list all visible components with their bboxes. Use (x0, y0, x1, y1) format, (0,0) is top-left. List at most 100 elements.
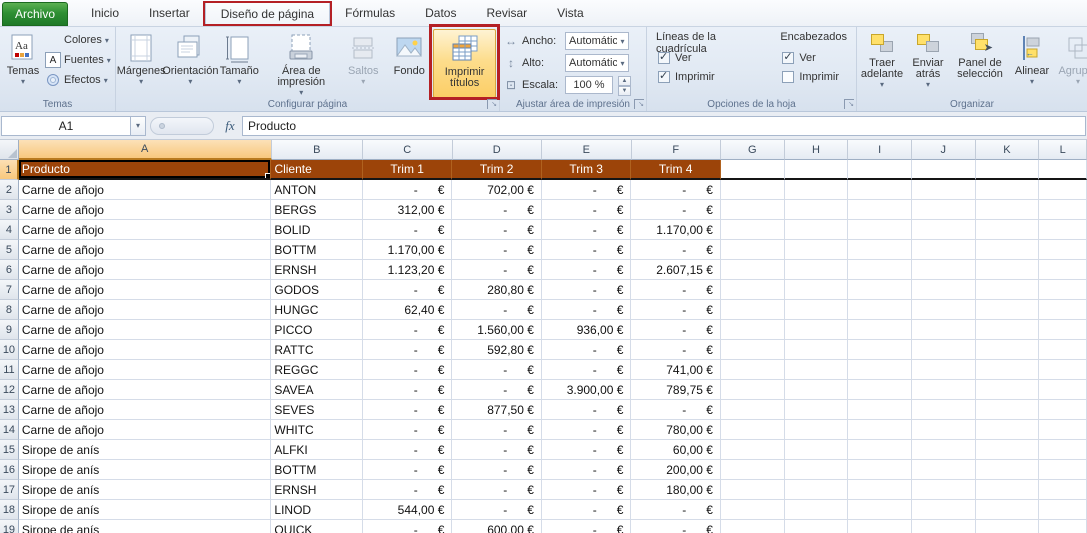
cell-empty[interactable] (848, 280, 912, 300)
enviar-atras-button[interactable]: Enviar atrás ▾ (906, 29, 950, 97)
cell-empty[interactable] (784, 380, 849, 400)
cell-empty[interactable] (784, 460, 849, 480)
cell-producto[interactable]: Carne de añojo (18, 220, 272, 240)
fondo-button[interactable]: Fondo (387, 29, 431, 98)
column-header-k[interactable]: K (975, 140, 1040, 160)
cell-empty[interactable] (784, 340, 849, 360)
header-cell-empty[interactable] (911, 160, 976, 180)
cell-producto[interactable]: Carne de añojo (18, 320, 272, 340)
cell-empty[interactable] (784, 420, 849, 440)
row-header-1[interactable]: 1 (0, 160, 19, 180)
cell-producto[interactable]: Sirope de anís (18, 440, 272, 460)
efectos-button[interactable]: Efectos ▾ (43, 70, 113, 90)
fuentes-button[interactable]: A Fuentes ▾ (43, 50, 113, 70)
cell-empty[interactable] (848, 200, 912, 220)
cell-trim1[interactable]: 1.123,20 € (362, 260, 453, 280)
cell-trim1[interactable]: - € (362, 360, 453, 380)
cell-cliente[interactable]: PICCO (271, 320, 363, 340)
header-cell-empty[interactable] (720, 160, 785, 180)
cell-empty[interactable] (911, 480, 976, 500)
cell-trim2[interactable]: - € (452, 260, 542, 280)
saltos-button[interactable]: Saltos ▾ (341, 29, 385, 98)
cell-empty[interactable] (720, 240, 785, 260)
cell-empty[interactable] (911, 400, 976, 420)
cell-producto[interactable]: Carne de añojo (18, 380, 272, 400)
header-cell[interactable]: Trim 3 (541, 160, 632, 180)
cell-empty[interactable] (784, 500, 849, 520)
cell-trim1[interactable]: - € (362, 220, 453, 240)
cell-empty[interactable] (911, 320, 976, 340)
row-header-19[interactable]: 19 (0, 520, 19, 533)
ancho-combobox[interactable]: Automático▾ (564, 32, 629, 50)
dialog-launcher-icon[interactable]: ↘ (486, 99, 497, 109)
cell-empty[interactable] (975, 440, 1040, 460)
cell-empty[interactable] (1039, 460, 1087, 480)
cell-producto[interactable]: Carne de añojo (18, 240, 272, 260)
cell-cliente[interactable]: BOLID (271, 220, 363, 240)
row-header-17[interactable]: 17 (0, 480, 19, 500)
cell-empty[interactable] (720, 300, 785, 320)
cell-cliente[interactable]: BOTTM (271, 240, 363, 260)
cell-cliente[interactable]: SEVES (271, 400, 363, 420)
cell-trim2[interactable]: - € (452, 220, 542, 240)
alto-combobox[interactable]: Automático▾ (564, 54, 629, 72)
cell-trim3[interactable]: - € (542, 520, 632, 533)
cell-empty[interactable] (975, 320, 1040, 340)
row-header-2[interactable]: 2 (0, 180, 19, 200)
cell-trim3[interactable]: - € (541, 200, 632, 220)
cell-trim4[interactable]: 741,00 € (631, 360, 721, 380)
cell-empty[interactable] (1039, 440, 1087, 460)
cell-empty[interactable] (720, 380, 785, 400)
cell-producto[interactable]: Carne de añojo (18, 280, 272, 300)
cell-empty[interactable] (848, 460, 912, 480)
select-all-corner[interactable] (0, 140, 19, 160)
escala-input[interactable]: 100 % (564, 76, 613, 94)
cell-producto[interactable]: Carne de añojo (18, 300, 272, 320)
encabezados-ver-checkbox[interactable]: Ver (780, 48, 847, 67)
cell-empty[interactable] (911, 460, 976, 480)
cell-trim1[interactable]: 1.170,00 € (362, 240, 453, 260)
cell-empty[interactable] (848, 340, 912, 360)
column-header-d[interactable]: D (452, 140, 542, 160)
cell-empty[interactable] (911, 240, 976, 260)
cell-trim3[interactable]: - € (541, 480, 632, 500)
cell-empty[interactable] (721, 520, 785, 533)
cell-trim1[interactable]: - € (362, 440, 453, 460)
cell-empty[interactable] (975, 460, 1040, 480)
column-header-l[interactable]: L (1039, 140, 1087, 160)
cell-empty[interactable] (975, 380, 1040, 400)
cell-empty[interactable] (784, 440, 849, 460)
cell-producto[interactable]: Carne de añojo (18, 200, 272, 220)
cell-cliente[interactable]: LINOD (271, 500, 363, 520)
cell-empty[interactable] (784, 280, 849, 300)
cell-producto[interactable]: Carne de añojo (18, 400, 272, 420)
lineas-imprimir-checkbox[interactable]: Imprimir (656, 67, 768, 86)
cell-empty[interactable] (848, 520, 912, 533)
cell-empty[interactable] (975, 200, 1040, 220)
column-header-g[interactable]: G (721, 140, 785, 160)
cell-empty[interactable] (975, 480, 1040, 500)
row-header-5[interactable]: 5 (0, 240, 19, 260)
cell-empty[interactable] (911, 500, 976, 520)
margenes-button[interactable]: Márgenes ▾ (117, 29, 166, 98)
cell-trim3[interactable]: 936,00 € (541, 320, 632, 340)
cell-producto[interactable]: Sirope de anís (19, 520, 272, 533)
cell-trim4[interactable]: 1.170,00 € (631, 220, 721, 240)
cell-empty[interactable] (1039, 280, 1087, 300)
cell-trim2[interactable]: 1.560,00 € (452, 320, 542, 340)
header-cell[interactable]: Trim 1 (362, 160, 453, 180)
row-header-12[interactable]: 12 (0, 380, 19, 400)
cell-empty[interactable] (720, 180, 785, 200)
cell-empty[interactable] (784, 220, 849, 240)
cell-trim1[interactable]: 312,00 € (362, 200, 453, 220)
cell-empty[interactable] (975, 340, 1040, 360)
insert-function-button[interactable]: fx (218, 116, 242, 136)
cell-trim2[interactable]: 280,80 € (452, 280, 542, 300)
cell-empty[interactable] (975, 420, 1040, 440)
tab-inicio[interactable]: Inicio (76, 1, 134, 26)
cell-empty[interactable] (1039, 240, 1087, 260)
agrupar-button[interactable]: Agrupar ▾ (1056, 29, 1087, 97)
cell-empty[interactable] (784, 360, 849, 380)
cell-producto[interactable]: Carne de añojo (18, 420, 272, 440)
cell-empty[interactable] (1039, 500, 1087, 520)
